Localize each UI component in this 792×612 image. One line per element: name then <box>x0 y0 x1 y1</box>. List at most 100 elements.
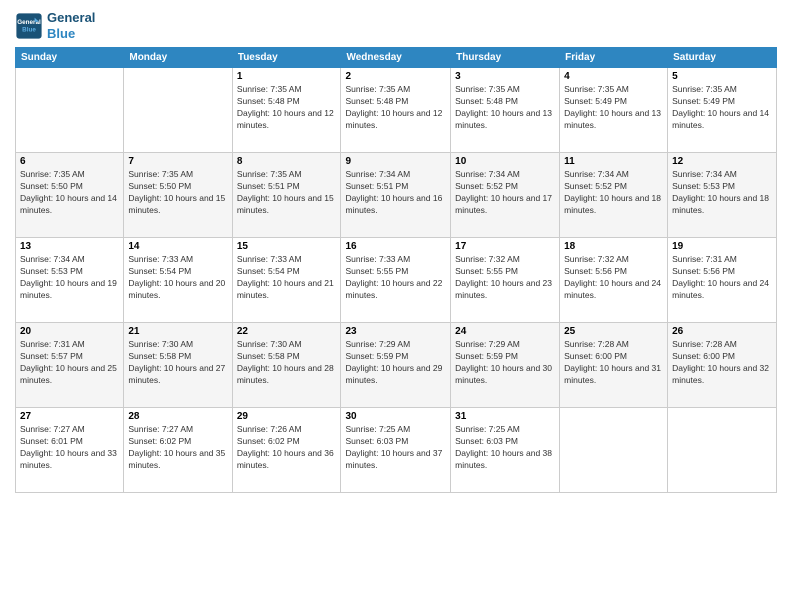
calendar-cell: 24 Sunrise: 7:29 AMSunset: 5:59 PMDayligh… <box>451 323 560 408</box>
calendar-cell: 28 Sunrise: 7:27 AMSunset: 6:02 PMDayligh… <box>124 408 232 493</box>
calendar-cell: 27 Sunrise: 7:27 AMSunset: 6:01 PMDayligh… <box>16 408 124 493</box>
day-number: 25 <box>564 326 663 337</box>
calendar-cell: 30Sunrise: 7:25 AMSunset: 6:03 PMDayligh… <box>341 408 451 493</box>
day-number: 3 <box>455 71 555 82</box>
day-number: 8 <box>237 156 337 167</box>
day-number: 17 <box>455 241 555 252</box>
day-info: Sunrise: 7:34 AMSunset: 5:53 PMDaylight:… <box>20 254 119 302</box>
calendar-cell: 18 Sunrise: 7:32 AMSunset: 5:56 PMDayligh… <box>560 238 668 323</box>
week-row-4: 20 Sunrise: 7:31 AMSunset: 5:57 PMDayligh… <box>16 323 777 408</box>
calendar-cell: 12 Sunrise: 7:34 AMSunset: 5:53 PMDayligh… <box>668 153 777 238</box>
day-info: Sunrise: 7:33 AMSunset: 5:54 PMDaylight:… <box>237 254 337 302</box>
day-number: 12 <box>672 156 772 167</box>
weekday-header-monday: Monday <box>124 48 232 68</box>
day-info: Sunrise: 7:29 AMSunset: 5:59 PMDaylight:… <box>345 339 446 387</box>
calendar-cell: 31Sunrise: 7:25 AMSunset: 6:03 PMDayligh… <box>451 408 560 493</box>
day-number: 16 <box>345 241 446 252</box>
svg-text:General: General <box>17 18 41 25</box>
svg-text:Blue: Blue <box>22 26 36 33</box>
day-info: Sunrise: 7:34 AMSunset: 5:51 PMDaylight:… <box>345 169 446 217</box>
day-info: Sunrise: 7:30 AMSunset: 5:58 PMDaylight:… <box>237 339 337 387</box>
day-info: Sunrise: 7:33 AMSunset: 5:54 PMDaylight:… <box>128 254 227 302</box>
day-number: 28 <box>128 411 227 422</box>
day-info: Sunrise: 7:27 AMSunset: 6:01 PMDaylight:… <box>20 424 119 472</box>
calendar-cell <box>560 408 668 493</box>
week-row-1: 1Sunrise: 7:35 AMSunset: 5:48 PMDaylight… <box>16 68 777 153</box>
day-number: 30 <box>345 411 446 422</box>
day-info: Sunrise: 7:25 AMSunset: 6:03 PMDaylight:… <box>455 424 555 472</box>
day-number: 29 <box>237 411 337 422</box>
calendar-cell: 21 Sunrise: 7:30 AMSunset: 5:58 PMDayligh… <box>124 323 232 408</box>
day-number: 15 <box>237 241 337 252</box>
day-info: Sunrise: 7:35 AMSunset: 5:49 PMDaylight:… <box>672 84 772 132</box>
calendar-page: General Blue General Blue SundayMondayTu… <box>0 0 792 612</box>
weekday-header-tuesday: Tuesday <box>232 48 341 68</box>
calendar-cell: 15 Sunrise: 7:33 AMSunset: 5:54 PMDayligh… <box>232 238 341 323</box>
calendar-cell: 26Sunrise: 7:28 AMSunset: 6:00 PMDayligh… <box>668 323 777 408</box>
day-info: Sunrise: 7:35 AMSunset: 5:48 PMDaylight:… <box>345 84 446 132</box>
day-number: 19 <box>672 241 772 252</box>
day-number: 20 <box>20 326 119 337</box>
day-info: Sunrise: 7:28 AMSunset: 6:00 PMDaylight:… <box>564 339 663 387</box>
calendar-cell: 3 Sunrise: 7:35 AMSunset: 5:48 PMDaylight… <box>451 68 560 153</box>
weekday-header-sunday: Sunday <box>16 48 124 68</box>
day-number: 27 <box>20 411 119 422</box>
day-info: Sunrise: 7:33 AMSunset: 5:55 PMDaylight:… <box>345 254 446 302</box>
calendar-cell: 8 Sunrise: 7:35 AMSunset: 5:51 PMDaylight… <box>232 153 341 238</box>
calendar-cell: 1Sunrise: 7:35 AMSunset: 5:48 PMDaylight… <box>232 68 341 153</box>
day-info: Sunrise: 7:27 AMSunset: 6:02 PMDaylight:… <box>128 424 227 472</box>
weekday-header-friday: Friday <box>560 48 668 68</box>
calendar-cell: 7 Sunrise: 7:35 AMSunset: 5:50 PMDaylight… <box>124 153 232 238</box>
calendar-cell: 22 Sunrise: 7:30 AMSunset: 5:58 PMDayligh… <box>232 323 341 408</box>
calendar-cell: 6 Sunrise: 7:35 AMSunset: 5:50 PMDaylight… <box>16 153 124 238</box>
day-number: 11 <box>564 156 663 167</box>
day-info: Sunrise: 7:29 AMSunset: 5:59 PMDaylight:… <box>455 339 555 387</box>
day-info: Sunrise: 7:32 AMSunset: 5:56 PMDaylight:… <box>564 254 663 302</box>
day-number: 24 <box>455 326 555 337</box>
day-info: Sunrise: 7:34 AMSunset: 5:52 PMDaylight:… <box>455 169 555 217</box>
calendar-cell: 16 Sunrise: 7:33 AMSunset: 5:55 PMDayligh… <box>341 238 451 323</box>
calendar-cell: 2Sunrise: 7:35 AMSunset: 5:48 PMDaylight… <box>341 68 451 153</box>
calendar-cell <box>16 68 124 153</box>
day-number: 6 <box>20 156 119 167</box>
calendar-cell <box>124 68 232 153</box>
day-info: Sunrise: 7:34 AMSunset: 5:53 PMDaylight:… <box>672 169 772 217</box>
weekday-header-row: SundayMondayTuesdayWednesdayThursdayFrid… <box>16 48 777 68</box>
day-info: Sunrise: 7:35 AMSunset: 5:50 PMDaylight:… <box>128 169 227 217</box>
weekday-header-saturday: Saturday <box>668 48 777 68</box>
calendar-cell: 14 Sunrise: 7:33 AMSunset: 5:54 PMDayligh… <box>124 238 232 323</box>
day-number: 14 <box>128 241 227 252</box>
day-number: 22 <box>237 326 337 337</box>
day-info: Sunrise: 7:35 AMSunset: 5:49 PMDaylight:… <box>564 84 663 132</box>
logo-icon: General Blue <box>15 12 43 40</box>
day-number: 7 <box>128 156 227 167</box>
day-number: 4 <box>564 71 663 82</box>
day-number: 26 <box>672 326 772 337</box>
day-number: 18 <box>564 241 663 252</box>
day-info: Sunrise: 7:31 AMSunset: 5:57 PMDaylight:… <box>20 339 119 387</box>
day-info: Sunrise: 7:30 AMSunset: 5:58 PMDaylight:… <box>128 339 227 387</box>
day-info: Sunrise: 7:34 AMSunset: 5:52 PMDaylight:… <box>564 169 663 217</box>
weekday-header-thursday: Thursday <box>451 48 560 68</box>
calendar-cell: 5Sunrise: 7:35 AMSunset: 5:49 PMDaylight… <box>668 68 777 153</box>
calendar-cell: 29 Sunrise: 7:26 AMSunset: 6:02 PMDayligh… <box>232 408 341 493</box>
calendar-cell: 10 Sunrise: 7:34 AMSunset: 5:52 PMDayligh… <box>451 153 560 238</box>
calendar-table: SundayMondayTuesdayWednesdayThursdayFrid… <box>15 47 777 493</box>
calendar-cell: 9 Sunrise: 7:34 AMSunset: 5:51 PMDaylight… <box>341 153 451 238</box>
day-info: Sunrise: 7:35 AMSunset: 5:50 PMDaylight:… <box>20 169 119 217</box>
calendar-cell: 25 Sunrise: 7:28 AMSunset: 6:00 PMDayligh… <box>560 323 668 408</box>
calendar-cell: 23Sunrise: 7:29 AMSunset: 5:59 PMDayligh… <box>341 323 451 408</box>
day-info: Sunrise: 7:35 AMSunset: 5:48 PMDaylight:… <box>237 84 337 132</box>
calendar-cell: 17 Sunrise: 7:32 AMSunset: 5:55 PMDayligh… <box>451 238 560 323</box>
day-number: 9 <box>345 156 446 167</box>
calendar-cell: 11 Sunrise: 7:34 AMSunset: 5:52 PMDayligh… <box>560 153 668 238</box>
day-number: 21 <box>128 326 227 337</box>
day-info: Sunrise: 7:35 AMSunset: 5:51 PMDaylight:… <box>237 169 337 217</box>
day-info: Sunrise: 7:35 AMSunset: 5:48 PMDaylight:… <box>455 84 555 132</box>
logo: General Blue General Blue <box>15 10 95 41</box>
day-number: 10 <box>455 156 555 167</box>
day-info: Sunrise: 7:26 AMSunset: 6:02 PMDaylight:… <box>237 424 337 472</box>
day-info: Sunrise: 7:32 AMSunset: 5:55 PMDaylight:… <box>455 254 555 302</box>
logo-text: General Blue <box>47 10 95 41</box>
calendar-cell <box>668 408 777 493</box>
